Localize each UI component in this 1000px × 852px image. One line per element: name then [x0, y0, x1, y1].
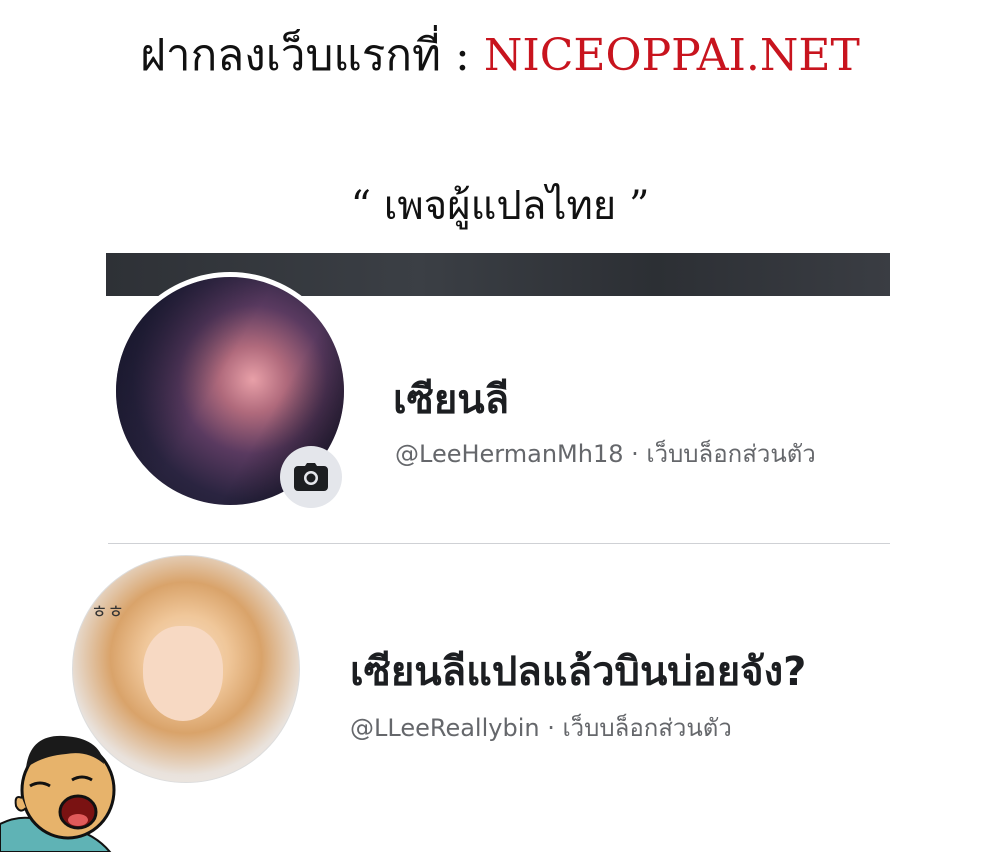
profile-category-1: เว็บบล็อกส่วนตัว [646, 440, 816, 468]
site-link[interactable]: NICEOPPAI.NET [484, 30, 860, 81]
avatar-artwork [143, 626, 223, 721]
site-notice: ฝากลงเว็บแรกที่ : NICEOPPAI.NET [0, 28, 1000, 84]
profile-subtitle-1: @LeeHermanMh18 · เว็บบล็อกส่วนตัว [395, 437, 816, 471]
profile-handle-2: @LLeeReallybin [350, 714, 540, 742]
profile-category-2: เว็บบล็อกส่วนตัว [562, 714, 732, 742]
camera-icon [294, 463, 328, 491]
separator: · [539, 714, 563, 742]
site-notice-prefix: ฝากลงเว็บแรกที่ : [140, 30, 484, 81]
avatar-sfx-text: ㅎㅎ [91, 602, 125, 623]
profile-handle-1: @LeeHermanMh18 [395, 440, 624, 468]
profile-name-2[interactable]: เซียนลีแปลแล้วบินบ่อยจัง? [350, 644, 806, 700]
profile-subtitle-2: @LLeeReallybin · เว็บบล็อกส่วนตัว [350, 711, 732, 745]
page-caption: “ เพจผู้แปลไทย ” [350, 183, 650, 229]
laughing-mascot-icon [0, 735, 116, 852]
camera-button[interactable] [280, 446, 342, 508]
separator: · [623, 440, 647, 468]
profile-name-1[interactable]: เซียนลี [393, 372, 509, 428]
divider [108, 543, 890, 544]
